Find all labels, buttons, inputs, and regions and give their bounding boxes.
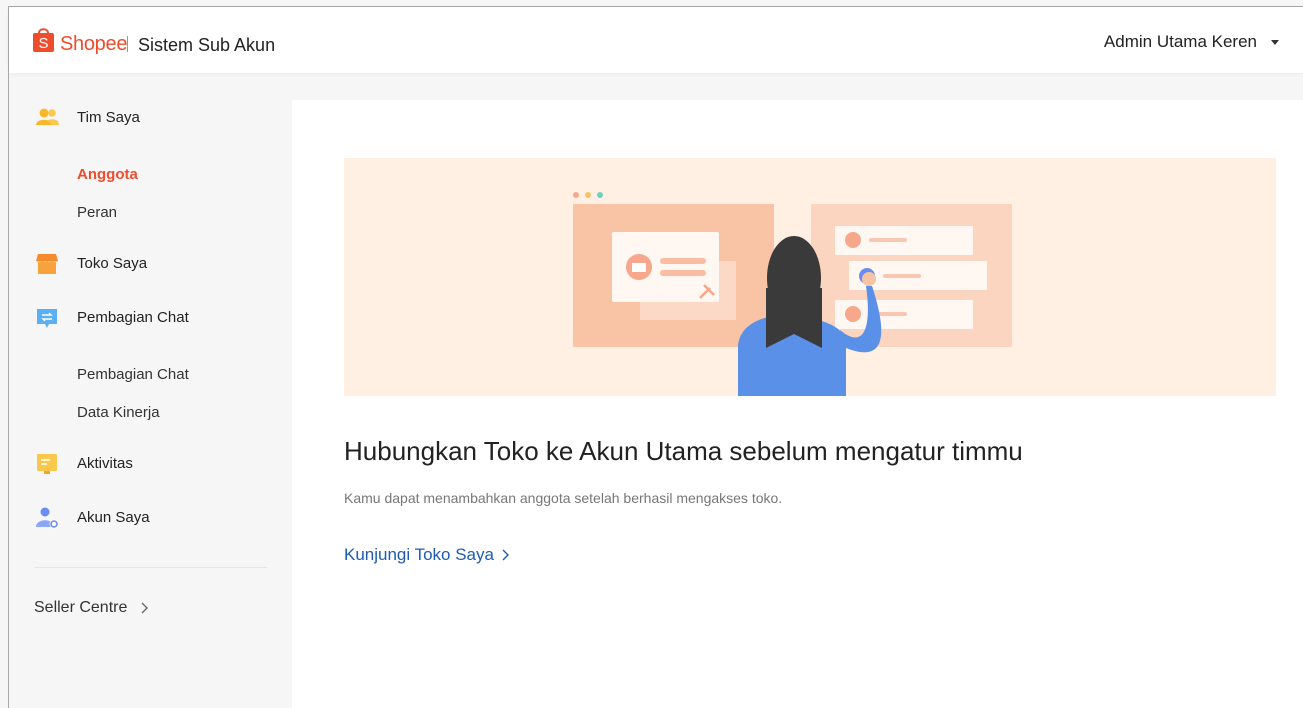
visit-shop-label: Kunjungi Toko Saya bbox=[344, 545, 494, 564]
main-content: Hubungkan Toko ke Akun Utama sebelum men… bbox=[292, 100, 1303, 708]
sidebar-item-pembagian-chat[interactable]: Pembagian Chat bbox=[9, 303, 291, 333]
seller-centre-link[interactable]: Seller Centre bbox=[34, 599, 149, 617]
chat-distribution-icon bbox=[37, 309, 57, 328]
activity-icon bbox=[37, 454, 57, 474]
sidebar-divider bbox=[34, 567, 267, 568]
sidebar-item-label: Toko Saya bbox=[77, 255, 148, 272]
shop-icon bbox=[36, 254, 58, 274]
user-menu[interactable]: Admin Utama Keren bbox=[1104, 32, 1279, 52]
illustration-banner bbox=[344, 158, 1276, 396]
user-name: Admin Utama Keren bbox=[1103, 32, 1257, 51]
sidebar: Tim Saya Anggota Peran Toko Saya Pembagi… bbox=[9, 73, 291, 708]
chevron-right-icon bbox=[502, 549, 509, 561]
chevron-right-icon bbox=[141, 602, 149, 614]
sidebar-subitem-data-kinerja[interactable]: Data Kinerja bbox=[77, 404, 160, 421]
sidebar-subitem-peran[interactable]: Peran bbox=[77, 204, 117, 221]
team-illustration bbox=[573, 192, 1012, 396]
sidebar-item-label: Aktivitas bbox=[77, 455, 133, 472]
svg-text:S: S bbox=[38, 35, 48, 52]
sidebar-subitem-anggota[interactable]: Anggota bbox=[77, 166, 138, 183]
page-description: Kamu dapat menambahkan anggota setelah b… bbox=[344, 490, 783, 506]
sidebar-item-tim-saya[interactable]: Tim Saya bbox=[9, 103, 291, 133]
brand-name: Shopee bbox=[60, 33, 128, 55]
app-frame: S Shopee Sistem Sub Akun Admin Utama Ker… bbox=[8, 6, 1303, 708]
sidebar-item-label: Akun Saya bbox=[77, 509, 150, 526]
sidebar-item-akun-saya[interactable]: Akun Saya bbox=[9, 503, 291, 533]
sidebar-item-label: Pembagian Chat bbox=[77, 309, 189, 326]
visit-shop-link[interactable]: Kunjungi Toko Saya bbox=[344, 545, 510, 565]
seller-centre-label: Seller Centre bbox=[34, 599, 128, 616]
page-headline: Hubungkan Toko ke Akun Utama sebelum men… bbox=[344, 436, 1023, 466]
sidebar-item-toko-saya[interactable]: Toko Saya bbox=[9, 249, 291, 279]
sidebar-item-label: Tim Saya bbox=[77, 109, 140, 126]
logo-separator bbox=[127, 36, 128, 52]
team-icon bbox=[36, 108, 59, 125]
shopee-logo-icon[interactable]: S bbox=[33, 26, 54, 52]
sidebar-item-aktivitas[interactable]: Aktivitas bbox=[9, 449, 291, 479]
account-settings-icon bbox=[36, 507, 59, 529]
app-subtitle: Sistem Sub Akun bbox=[138, 35, 276, 55]
sidebar-subitem-pembagian-chat[interactable]: Pembagian Chat bbox=[77, 366, 189, 383]
caret-down-icon bbox=[1271, 39, 1279, 45]
top-header: S Shopee Sistem Sub Akun Admin Utama Ker… bbox=[9, 7, 1303, 73]
